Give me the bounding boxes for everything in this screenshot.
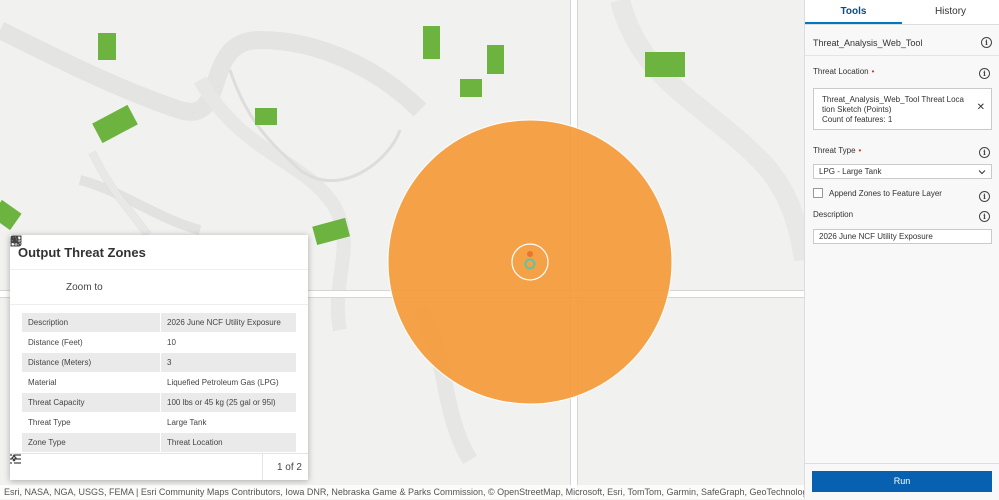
append-zones-checkbox[interactable] bbox=[813, 188, 823, 198]
table-row: Zone Type Threat Location bbox=[22, 432, 296, 453]
attribute-table: Description 2026 June NCF Utility Exposur… bbox=[22, 313, 296, 453]
threat-type-label: Threat Type • bbox=[813, 146, 862, 155]
popup-header: Output Threat Zones bbox=[10, 235, 308, 270]
chevron-down-icon bbox=[978, 165, 986, 180]
zoom-to-button[interactable]: Zoom to bbox=[10, 235, 103, 294]
output-threat-zones-popup: Output Threat Zones Zoom to Description … bbox=[10, 235, 308, 480]
popup-actions: Zoom to bbox=[10, 235, 308, 305]
table-row: Threat Type Large Tank bbox=[22, 412, 296, 433]
popup-title: Output Threat Zones bbox=[18, 244, 146, 260]
collapse-icon[interactable] bbox=[11, 238, 282, 263]
info-icon[interactable]: i bbox=[979, 191, 990, 202]
info-icon[interactable]: i bbox=[979, 68, 990, 79]
next-feature-button[interactable] bbox=[12, 454, 58, 478]
required-indicator: • bbox=[871, 67, 875, 76]
table-row: Description 2026 June NCF Utility Exposur… bbox=[22, 313, 296, 333]
description-input[interactable]: 2026 June NCF Utility Exposure bbox=[813, 229, 992, 244]
run-button[interactable]: Run bbox=[812, 471, 992, 492]
info-icon[interactable]: i bbox=[981, 37, 992, 48]
run-footer: Run bbox=[805, 463, 999, 500]
clear-icon[interactable]: ✕ bbox=[977, 103, 985, 113]
table-row: Distance (Feet) 10 bbox=[22, 332, 296, 353]
close-icon[interactable] bbox=[10, 235, 306, 263]
info-icon[interactable]: i bbox=[979, 211, 990, 222]
feature-pager[interactable]: 1 of 2 bbox=[10, 454, 308, 480]
select-features-icon[interactable] bbox=[10, 235, 30, 294]
map-attribution: Esri, NASA, NGA, USGS, FEMA | Esri Commu… bbox=[0, 485, 804, 499]
zoom-icon bbox=[10, 235, 62, 294]
panel-tabs: Tools History bbox=[805, 0, 999, 25]
threat-marker-top bbox=[527, 251, 533, 257]
table-row: Material Liquefied Petroleum Gas (LPG) bbox=[22, 372, 296, 393]
zoom-to-label: Zoom to bbox=[66, 281, 103, 293]
popup-footer: 1 of 2 bbox=[10, 453, 308, 480]
info-icon[interactable]: i bbox=[979, 147, 990, 158]
tab-history[interactable]: History bbox=[902, 0, 999, 24]
table-row: Threat Capacity 100 lbs or 45 kg (25 gal … bbox=[22, 392, 296, 413]
map-view[interactable]: Esri, NASA, NGA, USGS, FEMA | Esri Commu… bbox=[0, 0, 804, 499]
threat-location-features[interactable]: Threat_Analysis_Web_Tool Threat Loca tio… bbox=[813, 88, 992, 130]
tab-tools[interactable]: Tools bbox=[805, 0, 902, 24]
threat-type-select[interactable]: LPG - Large Tank bbox=[813, 164, 992, 179]
table-row: Distance (Meters) 3 bbox=[22, 352, 296, 373]
threat-location-label: Threat Location • bbox=[813, 67, 875, 76]
tool-title: Threat_Analysis_Web_Tool bbox=[813, 37, 923, 48]
threat-buffer-zone[interactable] bbox=[387, 119, 673, 405]
required-indicator: • bbox=[858, 146, 862, 155]
append-zones-option: Append Zones to Feature Layer bbox=[813, 188, 942, 198]
pager-label: 1 of 2 bbox=[276, 461, 302, 473]
tools-panel: Tools History Threat_Analysis_Web_Tool i… bbox=[804, 0, 999, 500]
description-label: Description bbox=[813, 210, 854, 219]
tool-title-row: Threat_Analysis_Web_Tool i bbox=[805, 30, 999, 56]
dock-icon[interactable] bbox=[10, 235, 258, 263]
